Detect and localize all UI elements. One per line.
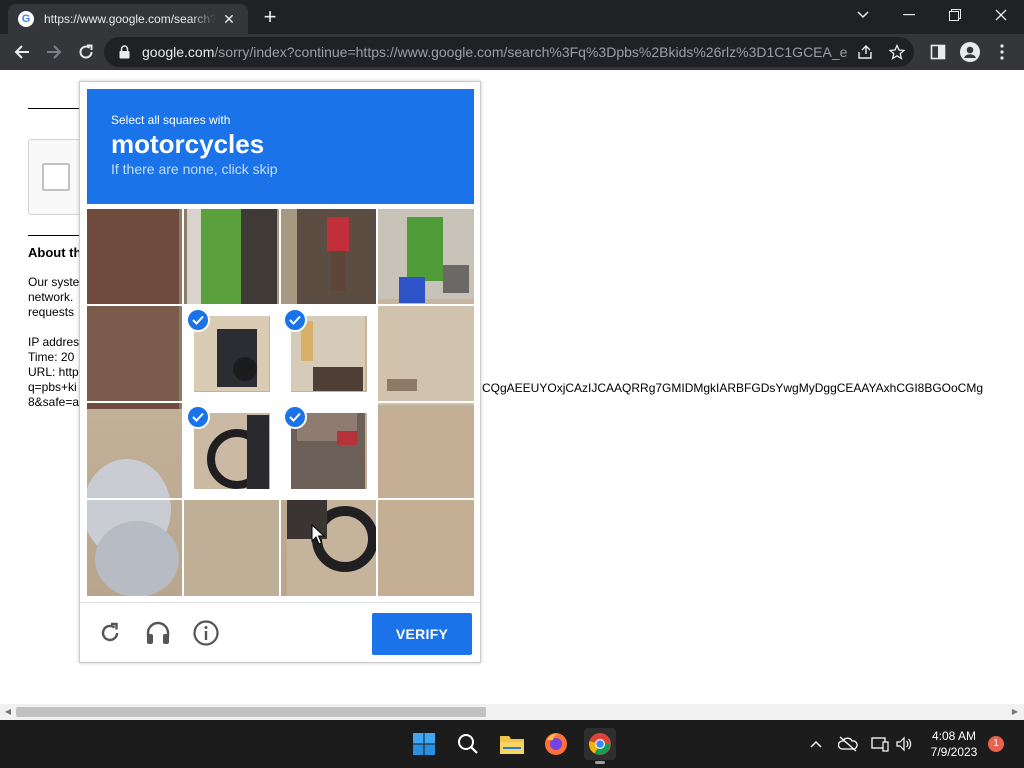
taskbar: 4:08 AM 7/9/2023 1: [0, 720, 1024, 768]
browser-tab[interactable]: G https://www.google.com/search? ✕: [8, 4, 248, 34]
challenge-image-grid: [87, 209, 474, 596]
bookmark-star-icon[interactable]: [888, 43, 906, 61]
chrome-icon[interactable]: [584, 728, 616, 764]
share-icon[interactable]: [856, 43, 874, 61]
file-explorer-icon[interactable]: [496, 728, 528, 760]
recaptcha-challenge: Select all squares with motorcycles If t…: [79, 81, 481, 663]
challenge-instruction: Select all squares with: [111, 113, 231, 127]
captcha-tile[interactable]: [184, 209, 280, 305]
tab-strip: G https://www.google.com/search? ✕ +: [0, 0, 1024, 34]
show-hidden-icons-chevron-icon[interactable]: [806, 734, 826, 754]
windows-start-icon[interactable]: [408, 728, 440, 760]
captcha-tile[interactable]: [87, 209, 183, 305]
challenge-header: Select all squares with motorcycles If t…: [87, 89, 474, 204]
selected-check-icon: [283, 405, 307, 429]
url-line: URL: http: [28, 365, 79, 379]
about-text-line: Our syste: [28, 275, 80, 289]
captcha-tile[interactable]: [281, 209, 377, 305]
selected-check-icon: [283, 308, 307, 332]
network-icon[interactable]: [870, 734, 890, 754]
browser-toolbar: google.com/sorry/index?continue=https://…: [0, 34, 1024, 70]
challenge-hint: If there are none, click skip: [111, 161, 278, 177]
ip-address-line: IP addres: [28, 335, 80, 349]
tab-close-icon[interactable]: ✕: [220, 11, 238, 28]
grid-line: [87, 498, 474, 500]
url-safe-line: 8&safe=a: [28, 395, 80, 409]
url-host: google.com: [142, 44, 215, 60]
reload-button[interactable]: [72, 38, 100, 66]
restore-button[interactable]: [932, 0, 978, 30]
minimize-button[interactable]: [886, 0, 932, 30]
selected-check-icon: [186, 405, 210, 429]
clock-date: 7/9/2023: [930, 745, 978, 759]
captcha-tile[interactable]: [87, 306, 183, 402]
firefox-icon[interactable]: [540, 728, 572, 760]
captcha-tile[interactable]: [378, 403, 474, 499]
notification-badge[interactable]: 1: [988, 736, 1004, 752]
reload-icon[interactable]: [96, 619, 124, 647]
url-query-line: q=pbs+ki: [28, 380, 77, 394]
tab-search-chevron-icon[interactable]: [840, 0, 886, 30]
menu-kebab-icon[interactable]: [990, 40, 1014, 64]
tab-title: https://www.google.com/search?: [44, 12, 216, 26]
scroll-right-arrow-icon[interactable]: ▶: [1010, 707, 1020, 717]
back-button[interactable]: [8, 38, 36, 66]
url-query-continuation: CQgAEEUYOxjCAzIJCAAQRRg7GMIDMgkIARBFGDsY…: [482, 381, 984, 395]
time-line: Time: 20: [28, 350, 75, 364]
captcha-tile[interactable]: [378, 500, 474, 596]
grid-line: [87, 304, 474, 306]
mouse-cursor-icon: [311, 524, 325, 545]
captcha-tile[interactable]: [378, 306, 474, 402]
close-window-button[interactable]: [978, 0, 1024, 30]
about-heading: About th: [28, 245, 82, 260]
info-icon[interactable]: [192, 619, 220, 647]
about-text-line: requests: [28, 305, 75, 319]
captcha-tile[interactable]: [281, 306, 377, 402]
selected-check-icon: [186, 308, 210, 332]
onedrive-offline-icon[interactable]: [838, 734, 858, 754]
active-app-indicator: [595, 761, 605, 764]
side-panel-icon[interactable]: [926, 40, 950, 64]
url-path: /sorry/index?continue=https://www.google…: [214, 44, 848, 60]
forward-button[interactable]: [40, 38, 68, 66]
clock-time: 4:08 AM: [931, 729, 977, 743]
volume-icon[interactable]: [894, 734, 914, 754]
audio-headphones-icon[interactable]: [144, 619, 172, 647]
about-text-line: network.: [28, 290, 74, 304]
profile-icon[interactable]: [958, 40, 982, 64]
captcha-tile[interactable]: [184, 306, 280, 402]
google-favicon-icon: G: [18, 11, 34, 27]
captcha-tile[interactable]: [87, 403, 183, 499]
challenge-footer: VERIFY: [80, 602, 480, 663]
captcha-tile[interactable]: [87, 500, 183, 596]
lock-icon[interactable]: [116, 44, 132, 60]
captcha-tile[interactable]: [281, 403, 377, 499]
address-bar[interactable]: google.com/sorry/index?continue=https://…: [104, 37, 914, 67]
scrollbar-thumb[interactable]: [16, 707, 486, 717]
captcha-tile[interactable]: [184, 500, 280, 596]
challenge-target: motorcycles: [111, 129, 265, 159]
url-text[interactable]: google.com/sorry/index?continue=https://…: [142, 44, 848, 60]
grid-line: [87, 401, 474, 403]
verify-button[interactable]: VERIFY: [372, 613, 472, 655]
captcha-tile[interactable]: [184, 403, 280, 499]
new-tab-button[interactable]: +: [258, 6, 282, 30]
horizontal-scrollbar[interactable]: ◀ ▶: [0, 704, 1024, 720]
system-clock[interactable]: 4:08 AM 7/9/2023: [922, 728, 986, 760]
recaptcha-checkbox[interactable]: [42, 163, 70, 191]
search-icon[interactable]: [452, 728, 484, 760]
scroll-left-arrow-icon[interactable]: ◀: [3, 707, 13, 717]
captcha-tile[interactable]: [281, 500, 377, 596]
captcha-tile[interactable]: [378, 209, 474, 305]
